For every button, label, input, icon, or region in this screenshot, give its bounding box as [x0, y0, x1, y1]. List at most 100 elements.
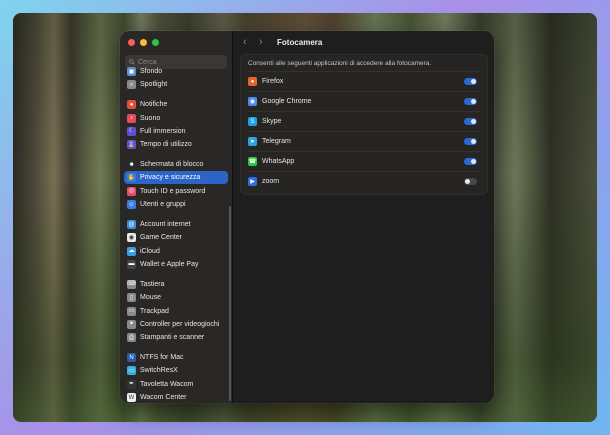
- notifications-icon: ●: [127, 100, 136, 110]
- sound-icon: ♪: [127, 113, 136, 123]
- sidebar-item-label: Privacy e sicurezza: [140, 174, 201, 182]
- app-name: zoom: [262, 178, 280, 185]
- sidebar-item[interactable]: ☁ iCloud: [124, 245, 228, 258]
- app-row: ▶ zoom: [248, 171, 480, 191]
- wallpaper-icon: ▣: [127, 67, 136, 76]
- trackpad-icon: ▭: [127, 306, 136, 316]
- sidebar-item-label: NTFS for Mac: [140, 354, 184, 362]
- sidebar-item[interactable]: N NTFS for Mac: [124, 351, 228, 364]
- printer-icon: ⎙: [127, 333, 136, 343]
- toggle-knob: [471, 159, 476, 164]
- camera-access-toggle[interactable]: [464, 118, 477, 125]
- sidebar-item[interactable]: ◉ Game Center: [124, 231, 228, 244]
- camera-access-toggle[interactable]: [464, 78, 477, 85]
- users-icon: ☺: [127, 200, 136, 210]
- window-controls: [128, 39, 159, 46]
- sidebar-item[interactable]: ⌛ Tempo di utilizzo: [124, 138, 228, 151]
- sidebar-item[interactable]: ◎ Touch ID e password: [124, 185, 228, 198]
- wallet-icon: ▬: [127, 259, 136, 269]
- camera-access-toggle[interactable]: [464, 178, 477, 185]
- sidebar-group: @ Account internet ◉ Game Center ☁ iCloud ▬ Wal…: [124, 218, 228, 271]
- app-row: ◉ Google Chrome: [248, 91, 480, 111]
- sidebar-item[interactable]: ✦ Controller per videogiochi: [124, 318, 228, 331]
- sidebar-item-label: Schermata di blocco: [140, 161, 204, 169]
- app-name: Google Chrome: [262, 98, 312, 105]
- forward-button[interactable]: ›: [259, 36, 267, 48]
- camera-access-toggle[interactable]: [464, 138, 477, 145]
- sidebar-item[interactable]: ⌕ Spotlight: [124, 78, 228, 91]
- sidebar-item-label: Sfondo: [140, 68, 163, 75]
- sidebar-group: ▣ Sfondo ⌕ Spotlight: [124, 65, 228, 91]
- sidebar-item[interactable]: ■ Schermata di blocco: [124, 158, 228, 171]
- sidebar-item-label: Controller per videogiochi: [140, 320, 220, 328]
- sidebar-item-label: Full immersion: [140, 127, 186, 135]
- page-title: Fotocamera: [277, 37, 323, 47]
- camera-access-toggle[interactable]: [464, 98, 477, 105]
- display-icon: ▭: [127, 366, 136, 376]
- mouse-icon: ▯: [127, 293, 136, 303]
- panel-description: Consenti alle seguenti applicazioni di a…: [248, 60, 432, 67]
- sidebar-item[interactable]: ♪ Suono: [124, 112, 228, 125]
- app-name: Telegram: [262, 138, 291, 145]
- sidebar-item[interactable]: ⎙ Stampanti e scanner: [124, 331, 228, 344]
- sidebar-item-label: Wacom Center: [140, 394, 187, 402]
- app-name: Firefox: [262, 78, 284, 85]
- sidebar-item[interactable]: ▬ Wallet e Apple Pay: [124, 258, 228, 271]
- lock-screen-icon: ■: [127, 160, 136, 170]
- sidebar-group: ● Notifiche ♪ Suono ☾ Full immersion ⌛ Tempo di…: [124, 98, 228, 151]
- sidebar-item[interactable]: ▭ SwitchResX: [124, 364, 228, 377]
- sidebar-item-label: Account internet: [140, 221, 191, 229]
- firefox-icon: ●: [248, 77, 257, 86]
- cloud-icon: ☁: [127, 246, 136, 256]
- sidebar-item-label: Stampanti e scanner: [140, 334, 205, 342]
- back-button[interactable]: ‹: [243, 36, 251, 48]
- settings-window: ▣ Sfondo ⌕ Spotlight ● Notifiche ♪ Suono ☾ Full i…: [120, 31, 494, 403]
- sidebar-item-label: Tastiera: [140, 280, 165, 288]
- sidebar-item-label: Notifiche: [140, 101, 168, 109]
- sidebar-item[interactable]: W Wacom Center: [124, 391, 228, 403]
- ntfs-icon: N: [127, 353, 136, 363]
- zoom-button[interactable]: [152, 39, 159, 46]
- skype-icon: S: [248, 117, 257, 126]
- sidebar-item[interactable]: ▣ Sfondo: [124, 65, 228, 78]
- toggle-knob: [471, 119, 476, 124]
- sidebar-item[interactable]: @ Account internet: [124, 218, 228, 231]
- focus-icon: ☾: [127, 126, 136, 136]
- sidebar-item-label: Touch ID e password: [140, 187, 206, 195]
- sidebar-item-label: Mouse: [140, 294, 162, 302]
- sidebar-group: ⌨ Tastiera ▯ Mouse ▭ Trackpad ✦ Controller per …: [124, 278, 228, 344]
- screen-time-icon: ⌛: [127, 140, 136, 150]
- sidebar-item[interactable]: ☾ Full immersion: [124, 125, 228, 138]
- zoom-icon: ▶: [248, 177, 257, 186]
- sidebar-item-label: Game Center: [140, 234, 183, 242]
- sidebar-item[interactable]: ▯ Mouse: [124, 291, 228, 304]
- content-pane: ‹ › Fotocamera Consenti alle seguenti ap…: [233, 31, 494, 403]
- at-icon: @: [127, 220, 136, 230]
- sidebar: ▣ Sfondo ⌕ Spotlight ● Notifiche ♪ Suono ☾ Full i…: [120, 31, 233, 403]
- sidebar-item[interactable]: ✋ Privacy e sicurezza: [124, 171, 228, 185]
- sidebar-item-label: Utenti e gruppi: [140, 201, 186, 209]
- telegram-icon: ➤: [248, 137, 257, 146]
- sidebar-item[interactable]: ☺ Utenti e gruppi: [124, 198, 228, 211]
- whatsapp-icon: ☎: [248, 157, 257, 166]
- sidebar-item[interactable]: ✒ Tavoletta Wacom: [124, 378, 228, 391]
- sidebar-item[interactable]: ● Notifiche: [124, 98, 228, 111]
- sidebar-item[interactable]: ⌨ Tastiera: [124, 278, 228, 291]
- sidebar-scrollbar[interactable]: [229, 206, 231, 401]
- camera-access-toggle[interactable]: [464, 158, 477, 165]
- spotlight-icon: ⌕: [127, 80, 136, 90]
- sidebar-item[interactable]: ▭ Trackpad: [124, 305, 228, 318]
- toolbar: ‹ › Fotocamera: [233, 31, 494, 53]
- sidebar-item-label: Wallet e Apple Pay: [140, 260, 199, 268]
- app-name: WhatsApp: [262, 158, 295, 165]
- app-row: ☎ WhatsApp: [248, 151, 480, 171]
- close-button[interactable]: [128, 39, 135, 46]
- minimize-button[interactable]: [140, 39, 147, 46]
- wacom-icon: W: [127, 393, 136, 403]
- sidebar-item-label: Tempo di utilizzo: [140, 141, 192, 149]
- app-row: ● Firefox: [248, 71, 480, 91]
- fingerprint-icon: ◎: [127, 186, 136, 196]
- sidebar-item-label: SwitchResX: [140, 367, 178, 375]
- hand-icon: ✋: [127, 173, 136, 183]
- wacom-pen-icon: ✒: [127, 379, 136, 389]
